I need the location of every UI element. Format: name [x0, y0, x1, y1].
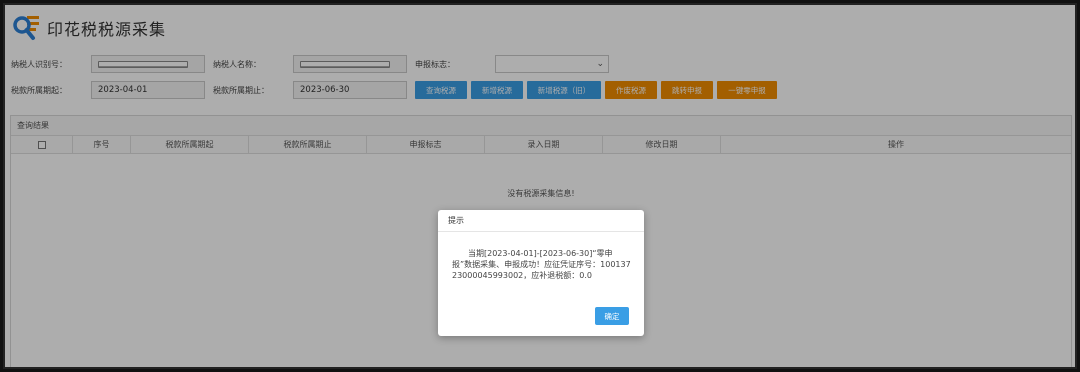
app-window: 印花税税源采集 纳税人识别号： 纳税人名称： 申报标志： ⌄ 税款所属期起： 2… [3, 3, 1077, 369]
alert-dialog: 提示 当期[2023-04-01]-[2023-06-30]“零申报”数据采集、… [438, 210, 644, 336]
dialog-title: 提示 [438, 210, 644, 232]
confirm-button[interactable]: 确定 [595, 307, 629, 325]
dialog-message: 当期[2023-04-01]-[2023-06-30]“零申报”数据采集、申报成… [452, 249, 631, 280]
